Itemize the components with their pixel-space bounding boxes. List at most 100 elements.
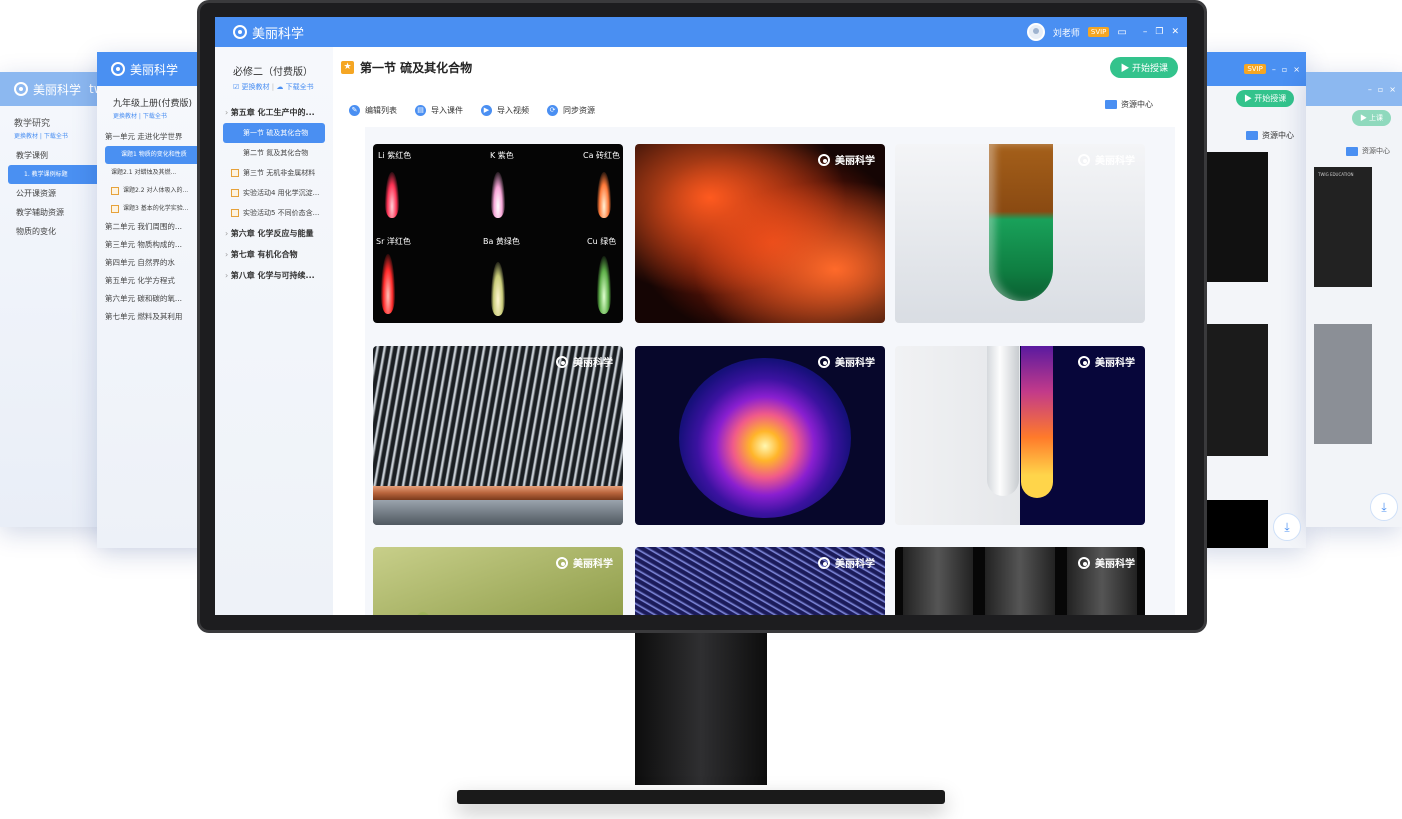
resource-card-blue-crystals[interactable]: 美丽科学: [635, 547, 885, 615]
resource-card-flame-colors[interactable]: Li 紫红色 K 紫色 Ca 砖红色 Sr 洋红色 Ba 黄绿色 Cu 绿色: [373, 144, 623, 323]
bg-mid-label: 课题3 基本的化学实验...: [123, 205, 189, 212]
edit-list-button[interactable]: ✎ 编辑列表: [349, 104, 397, 116]
download-icon[interactable]: ⤓: [1370, 493, 1398, 521]
brand-logo-icon: [111, 62, 125, 76]
minimize-icon[interactable]: –: [1272, 65, 1276, 74]
maximize-icon[interactable]: ❐: [1155, 27, 1163, 37]
bg-mid-label: 第三单元 物质构成的...: [105, 240, 183, 249]
flame-sr: [381, 254, 395, 314]
copper-wire: [373, 486, 623, 500]
import-courseware-label: 导入课件: [431, 105, 463, 115]
bg-far-thumb[interactable]: [1314, 324, 1372, 444]
tree-section[interactable]: 实验活动5 不同价态含...: [215, 203, 333, 223]
import-video-button[interactable]: ▶ 导入视频: [481, 104, 529, 116]
resource-card-orange-diffusion[interactable]: 美丽科学: [635, 144, 885, 323]
tree-section[interactable]: 第三节 无机非金属材料: [215, 163, 333, 183]
user-name[interactable]: 刘老师: [1053, 26, 1080, 39]
watermark-text: 美丽科学: [1095, 358, 1135, 369]
tree-chapter[interactable]: 第五章 化工生产中的...: [215, 102, 333, 123]
watermark-text: 美丽科学: [835, 156, 875, 167]
minimize-icon[interactable]: –: [1143, 27, 1148, 37]
resource-card-thermal-image[interactable]: 美丽科学: [635, 346, 885, 525]
bg-mid-label: 课题1 物质的变化和性质: [121, 151, 187, 158]
bg-mid-label: 第一单元 走进化学世界: [105, 132, 183, 141]
flame-label: Ca 砖红色: [583, 151, 621, 160]
start-class-button[interactable]: ▶ 开始授课: [1110, 57, 1178, 78]
bg-right-thumb[interactable]: [1207, 152, 1268, 282]
watermark: 美丽科学: [818, 152, 875, 167]
bg-right-thumb[interactable]: [1207, 500, 1268, 548]
flame-label: Li 紫红色: [378, 151, 412, 160]
bg-far-start-button[interactable]: ▶ 上课: [1352, 110, 1391, 126]
flame-ba: [491, 262, 505, 316]
checkbox-icon: [111, 204, 119, 213]
bg-far-resource[interactable]: 资源中心: [1346, 146, 1390, 156]
bg-mid-label: 第七单元 燃料及其利用: [105, 312, 183, 321]
change-book-link[interactable]: 更换教材: [242, 83, 270, 91]
sidebar: 必修二（付费版） ☑ 更换教材 | ☁ 下载全书 第五章 化工生产中的... 第一…: [215, 47, 333, 615]
stage: 美丽科学 twig 教学研究 更换教材 | 下载全书 教学课例 1. 教学课例标…: [0, 0, 1402, 819]
resource-center-button[interactable]: 资源中心: [1105, 99, 1153, 110]
close-icon[interactable]: ×: [1293, 65, 1300, 74]
test-tube: [989, 144, 1053, 301]
sync-resource-button[interactable]: ⟳ 同步资源: [547, 104, 595, 116]
brand-logo-icon: [556, 556, 568, 569]
brand-logo-icon: [14, 82, 28, 96]
tree-chapter[interactable]: 第六章 化学反应与能量: [215, 223, 333, 244]
bg-mid-label: 课题2.2 对人体吸入的...: [123, 187, 189, 194]
watermark-text: 美丽科学: [1095, 559, 1135, 570]
page-title: 第一节 硫及其化合物: [360, 61, 473, 75]
resource-card-silver-crystals[interactable]: 美丽科学: [373, 346, 623, 525]
minimize-icon[interactable]: –: [1368, 85, 1372, 94]
tree-label: 第八章 化学与可持续...: [230, 271, 315, 280]
bg-right-resource[interactable]: 资源中心: [1246, 130, 1294, 141]
download-book-link[interactable]: 下载全书: [286, 83, 314, 91]
tree-label: 第一节 硫及其化合物: [243, 129, 309, 137]
resource-card-three-tubes[interactable]: 美丽科学: [895, 547, 1145, 615]
close-icon[interactable]: ✕: [1171, 27, 1179, 37]
watermark-text: 美丽科学: [835, 358, 875, 369]
tree-chapter[interactable]: 第七章 有机化合物: [215, 244, 333, 265]
resource-card-test-tube-green[interactable]: 美丽科学: [895, 144, 1145, 323]
maximize-icon[interactable]: ▫: [1378, 85, 1383, 94]
monitor-stand-base: [457, 790, 945, 804]
tree-label: 实验活动5 不同价态含...: [243, 209, 320, 217]
brand-logo-icon: [818, 556, 830, 569]
bg-right-thumb[interactable]: [1207, 324, 1268, 456]
folder-icon: [1346, 146, 1358, 156]
flame-label: Ba 黄绿色: [483, 237, 520, 246]
bg-far-thumb[interactable]: [1314, 167, 1372, 287]
tree-label: 第六章 化学反应与能量: [230, 229, 314, 238]
brand-logo-icon: [818, 355, 830, 368]
tree-section[interactable]: 第二节 氮及其化合物: [215, 143, 333, 163]
svip-badge: SVIP: [1244, 64, 1266, 74]
close-icon[interactable]: ×: [1389, 85, 1396, 94]
bg-mid-label: 第六单元 碳和碳的氧...: [105, 294, 183, 303]
maximize-icon[interactable]: ▫: [1282, 65, 1287, 74]
header-right: 刘老师 SVIP ▭ – ❐ ✕: [1026, 17, 1179, 47]
checkbox-icon: [231, 189, 239, 197]
tree-section[interactable]: 实验活动4 用化学沉淀...: [215, 183, 333, 203]
brand-logo-icon: [1078, 153, 1090, 166]
avatar[interactable]: [1026, 23, 1045, 41]
bg-far-resource-label: 资源中心: [1362, 147, 1390, 155]
import-courseware-button[interactable]: ▤ 导入课件: [415, 104, 463, 116]
watermark: 美丽科学: [818, 555, 875, 570]
watermark: 美丽科学: [556, 354, 613, 369]
flame-label: Sr 洋红色: [376, 237, 411, 246]
bg-right-start-button[interactable]: ▶ 开始授课: [1236, 90, 1295, 107]
watermark: 美丽科学: [556, 555, 613, 570]
brand-logo-icon: [818, 153, 830, 166]
flame-cu: [597, 256, 611, 314]
resource-card-plant-cells[interactable]: 美丽科学: [373, 547, 623, 615]
tree-label: 第七章 有机化合物: [230, 250, 298, 259]
message-icon[interactable]: ▭: [1117, 27, 1126, 38]
app-window: 美丽科学 刘老师 SVIP ▭ – ❐ ✕ 必修二（付费版） ☑ 更换教材 | …: [215, 17, 1187, 615]
checkbox-icon: [111, 186, 119, 195]
monitor-stand-neck: [635, 633, 767, 785]
tree-chapter[interactable]: 第八章 化学与可持续...: [215, 265, 333, 286]
bg-far-titlebar: – ▫ ×: [1306, 72, 1402, 106]
download-icon[interactable]: ⤓: [1273, 513, 1301, 541]
tree-section-active[interactable]: 第一节 硫及其化合物: [223, 123, 325, 143]
resource-card-tube-thermal-split[interactable]: 美丽科学: [895, 346, 1145, 525]
